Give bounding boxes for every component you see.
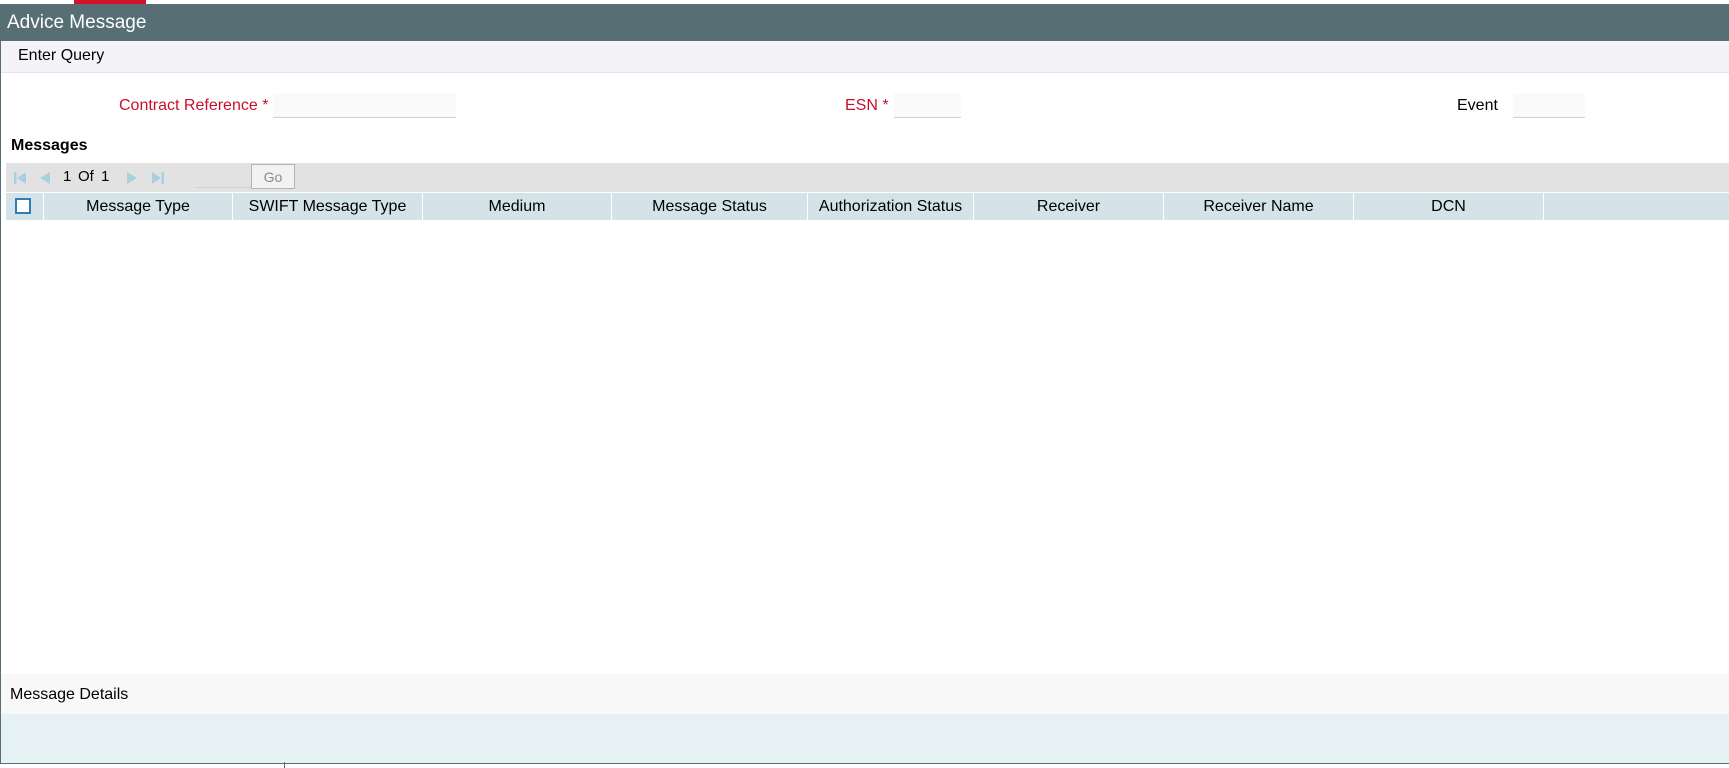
next-page-icon[interactable] <box>125 171 139 185</box>
enter-query-button[interactable]: Enter Query <box>18 47 104 65</box>
esn-input[interactable] <box>894 93 961 118</box>
total-pages-number: 1 <box>101 168 110 185</box>
page-of-label: Of <box>78 168 94 185</box>
event-input[interactable] <box>1513 93 1585 118</box>
toolbar: Enter Query <box>1 41 1729 73</box>
column-header-receiver-name[interactable]: Receiver Name <box>1164 193 1354 220</box>
select-all-checkbox[interactable] <box>15 198 31 214</box>
column-header-dcn[interactable]: DCN <box>1354 193 1544 220</box>
messages-grid-body <box>6 220 1729 670</box>
esn-label-text: ESN <box>845 97 878 114</box>
window-title: Advice Message <box>0 4 1729 41</box>
page-number-input[interactable] <box>196 167 254 188</box>
message-details-bar: Message Details <box>1 674 1729 714</box>
select-all-cell <box>6 193 44 220</box>
required-marker: * <box>262 97 269 114</box>
column-header-swift-message-type[interactable]: SWIFT Message Type <box>233 193 423 220</box>
last-page-icon[interactable] <box>151 171 165 185</box>
column-header-receiver[interactable]: Receiver <box>974 193 1164 220</box>
messages-grid-header: Message Type SWIFT Message Type Medium M… <box>6 193 1729 220</box>
contract-reference-input[interactable] <box>273 93 456 118</box>
current-page-number: 1 <box>63 168 72 185</box>
pagination-bar: 1 Of 1 Go <box>6 163 1729 192</box>
contract-reference-label: Contract Reference * <box>119 97 268 115</box>
column-header-message-type[interactable]: Message Type <box>44 193 233 220</box>
column-header-authorization-status[interactable]: Authorization Status <box>808 193 974 220</box>
column-header-message-status[interactable]: Message Status <box>612 193 808 220</box>
column-header-empty <box>1544 193 1729 220</box>
messages-section-title: Messages <box>11 137 88 154</box>
esn-label: ESN * <box>845 97 889 115</box>
first-page-icon[interactable] <box>13 171 27 185</box>
message-details-label: Message Details <box>10 686 129 703</box>
message-details-panel <box>1 714 1729 763</box>
event-label: Event <box>1457 97 1498 114</box>
required-marker: * <box>882 97 889 114</box>
previous-page-icon[interactable] <box>38 171 52 185</box>
divider-tick <box>284 762 285 768</box>
column-header-medium[interactable]: Medium <box>423 193 612 220</box>
go-button[interactable]: Go <box>251 164 295 189</box>
contract-reference-label-text: Contract Reference <box>119 97 258 114</box>
